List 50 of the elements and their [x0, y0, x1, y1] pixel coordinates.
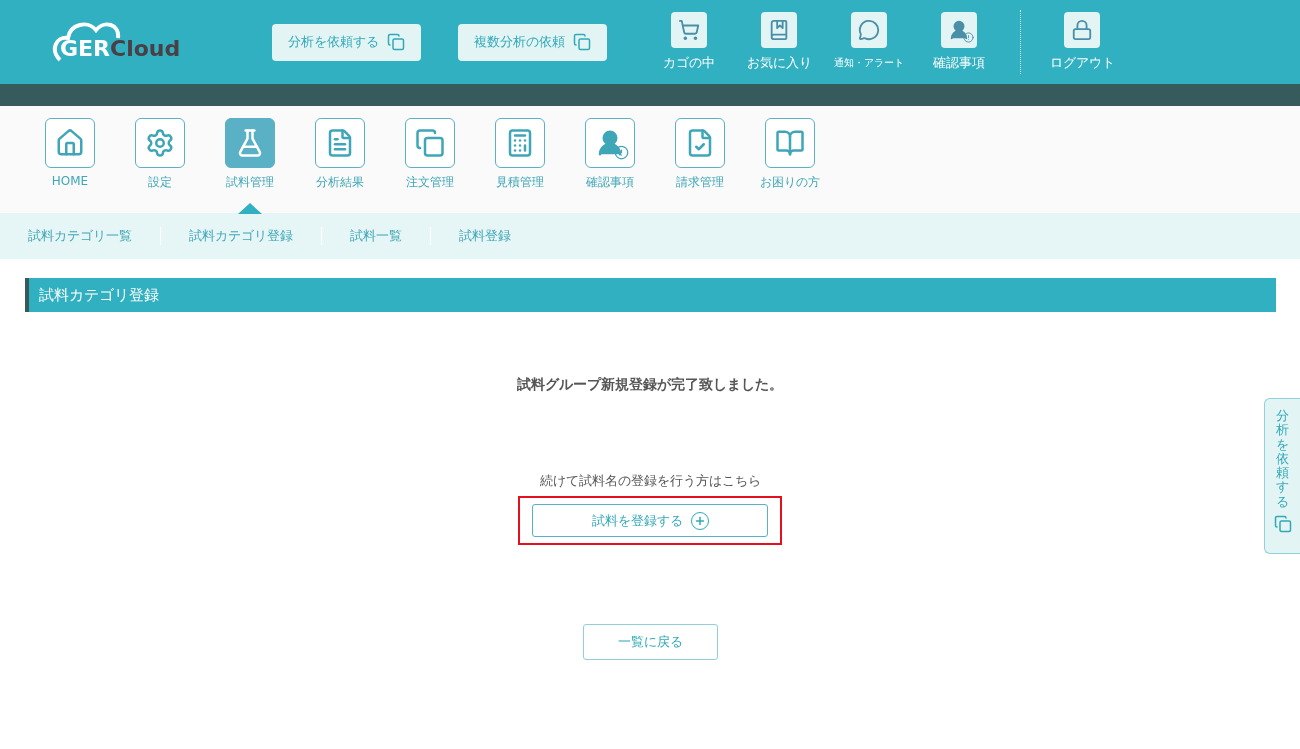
- header-link[interactable]: カゴの中: [663, 54, 715, 72]
- nav-icon-tile[interactable]: [135, 118, 185, 168]
- subnav-link[interactable]: 試料登録: [459, 227, 511, 245]
- nav-icon-tile[interactable]: [315, 118, 365, 168]
- section-title: 試料カテゴリ登録: [25, 278, 1276, 312]
- header-link[interactable]: ログアウト: [1049, 54, 1115, 72]
- nav-label[interactable]: 分析結果: [316, 174, 364, 191]
- header-icon-tile[interactable]: [851, 12, 887, 48]
- request-button[interactable]: 複数分析の依頼: [458, 23, 607, 61]
- nav-label[interactable]: 請求管理: [676, 174, 724, 191]
- continue-text: 続けて試料名の登録を行う方はこちら: [539, 472, 761, 490]
- nav-icon-tile[interactable]: [675, 118, 725, 168]
- request-button[interactable]: 分析を依頼する: [272, 23, 421, 61]
- nav-label[interactable]: 設定: [148, 174, 172, 191]
- book-icon: [775, 128, 805, 158]
- nav-label[interactable]: 確認事項: [586, 174, 634, 191]
- header-link[interactable]: 通知・アラート: [834, 54, 904, 72]
- documents-icon: [415, 128, 445, 158]
- home-icon: [55, 128, 85, 158]
- documents-icon: [1273, 515, 1292, 534]
- documents-icon: [573, 33, 591, 51]
- documents-icon: [387, 33, 405, 51]
- header-link[interactable]: 確認事項: [933, 54, 985, 72]
- nav-label[interactable]: 試料管理: [226, 174, 274, 191]
- nav-label[interactable]: 注文管理: [406, 174, 454, 191]
- nav-label[interactable]: お困りの方: [760, 174, 820, 191]
- logo: GERCloud: [52, 14, 192, 70]
- completion-message: 試料グループ新規登録が完了致しました。: [517, 376, 783, 394]
- nav-icon-tile[interactable]: [495, 118, 545, 168]
- nav-icon-tile[interactable]: [405, 118, 455, 168]
- nav-label[interactable]: 見積管理: [496, 174, 544, 191]
- subnav-link[interactable]: 試料カテゴリ一覧: [28, 227, 132, 245]
- nav-icon-tile[interactable]: [45, 118, 95, 168]
- nav-icon-tile[interactable]: [225, 118, 275, 168]
- cart-icon: [678, 19, 700, 41]
- settings-icon: [145, 128, 175, 158]
- subnav-link[interactable]: 試料カテゴリ登録: [189, 227, 293, 245]
- side-request-tab[interactable]: 分析を依頼する: [1264, 398, 1300, 554]
- header-link[interactable]: お気に入り: [746, 54, 812, 72]
- header-icon-tile[interactable]: [671, 12, 707, 48]
- header-icon-tile[interactable]: [761, 12, 797, 48]
- header-icon-tile[interactable]: [1064, 12, 1100, 48]
- nav-icon-tile[interactable]: [585, 118, 635, 168]
- subnav-link[interactable]: 試料一覧: [350, 227, 402, 245]
- nav-icon-tile[interactable]: [765, 118, 815, 168]
- lock-icon: [1071, 19, 1093, 41]
- chat-bubble-icon: [858, 19, 880, 41]
- register-button[interactable]: 試料を登録する: [532, 504, 768, 537]
- nav-label[interactable]: HOME: [51, 174, 89, 188]
- back-button[interactable]: 一覧に戻る: [582, 624, 718, 660]
